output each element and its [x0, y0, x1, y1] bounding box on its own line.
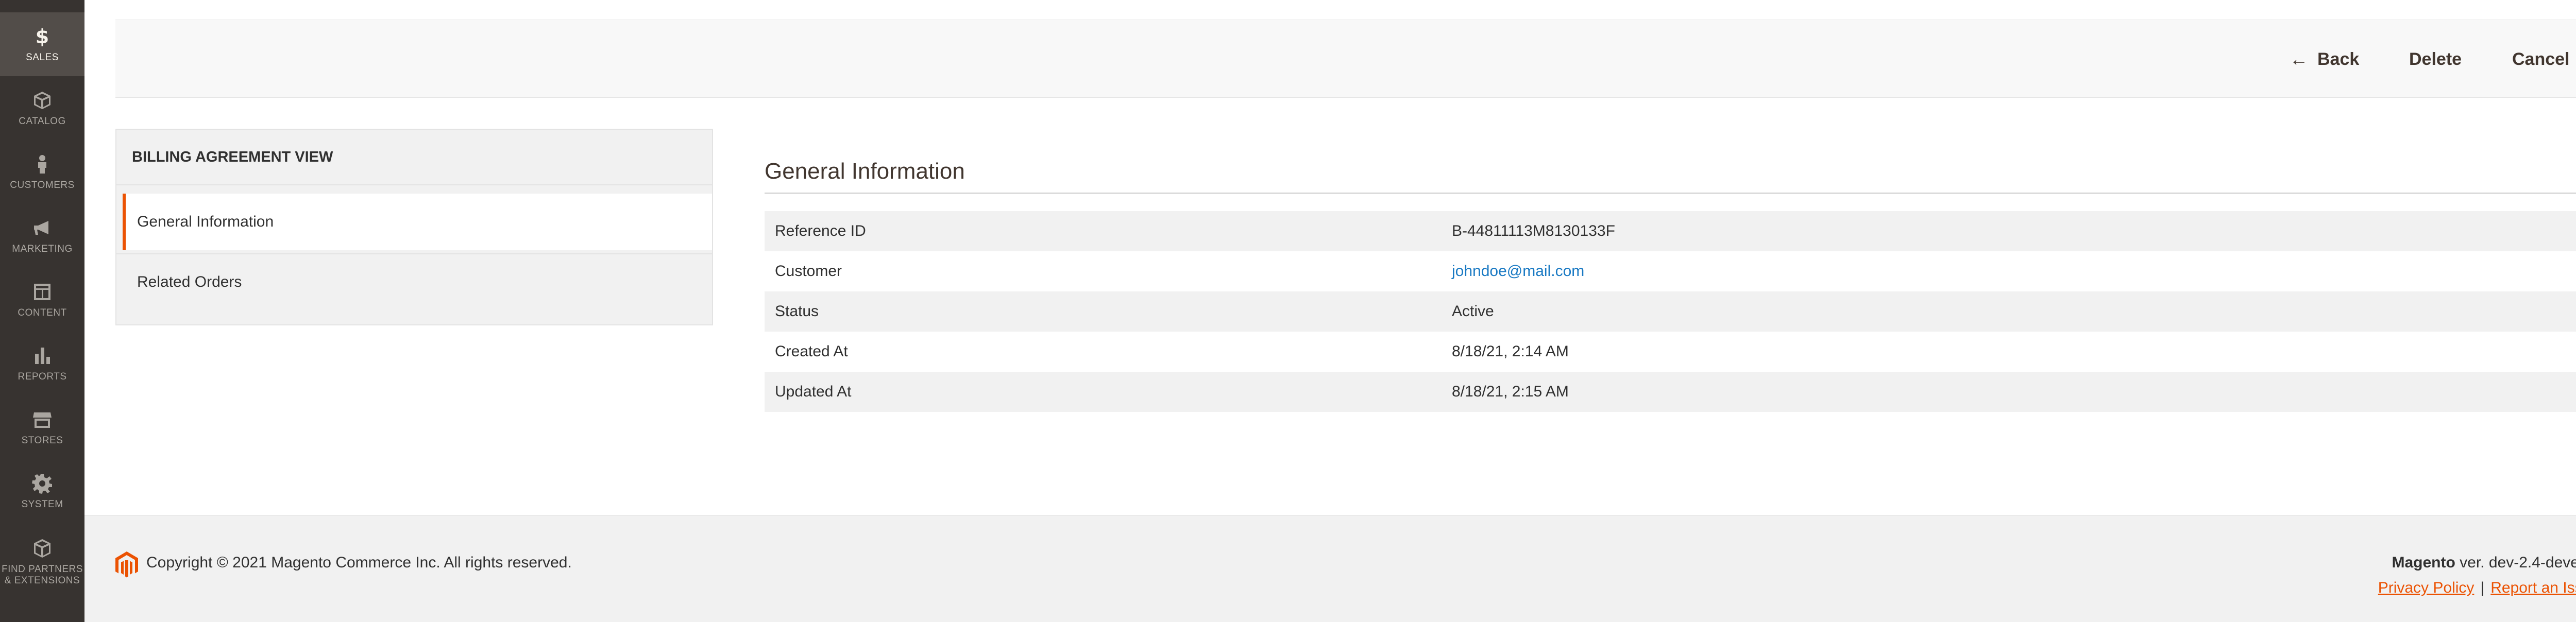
footer-version: Magento ver. dev-2.4-develop — [2392, 554, 2576, 572]
footer-link-separator: | — [2480, 579, 2485, 596]
magento-logo-icon — [115, 551, 138, 578]
menu-item-marketing[interactable]: Marketing — [0, 204, 84, 268]
person-icon — [31, 153, 54, 176]
menu-item-reports[interactable]: Reports — [0, 332, 84, 395]
privacy-policy-link[interactable]: Privacy Policy — [2378, 579, 2475, 596]
megaphone-icon — [31, 217, 54, 239]
row-value: Active — [1452, 303, 1494, 320]
menu-item-label: System — [21, 499, 63, 510]
tab-related-orders[interactable]: Related Orders — [116, 253, 712, 310]
section-title: General Information — [765, 159, 2576, 194]
tab-label: Related Orders — [137, 273, 242, 290]
delete-button[interactable]: Delete — [2409, 20, 2462, 98]
table-row: Status Active — [765, 291, 2576, 332]
delete-button-label: Delete — [2409, 49, 2462, 69]
storefront-icon — [31, 408, 54, 431]
menu-item-label: Content — [18, 307, 67, 318]
gear-icon — [31, 472, 54, 495]
menu-item-label: Reports — [18, 371, 67, 382]
menu-item-catalog[interactable]: Catalog — [0, 76, 84, 140]
row-value: 8/18/21, 2:14 AM — [1452, 343, 1569, 360]
menu-item-label: Stores — [21, 435, 63, 446]
svg-text:$: $ — [36, 26, 49, 47]
footer: Copyright © 2021 Magento Commerce Inc. A… — [84, 515, 2576, 622]
menu-item-customers[interactable]: Customers — [0, 140, 84, 204]
report-issue-link[interactable]: Report an Issue — [2490, 579, 2576, 596]
page-actions-bar: ← Back Delete Cancel — [115, 20, 2576, 98]
admin-menu: $ Sales Catalog Customers Marketing Cont… — [0, 0, 84, 622]
row-label: Updated At — [775, 383, 852, 400]
menu-item-label: Marketing — [12, 244, 73, 254]
row-label: Reference ID — [775, 222, 866, 239]
info-table: Reference ID B-44811113M8130133F Custome… — [765, 211, 2576, 412]
table-row: Customer johndoe@mail.com — [765, 251, 2576, 291]
menu-item-label-line2: & Extensions — [4, 575, 80, 586]
menu-item-content[interactable]: Content — [0, 268, 84, 332]
tabs-title: Billing Agreement View — [116, 130, 712, 185]
table-row: Reference ID B-44811113M8130133F — [765, 211, 2576, 251]
cancel-button-label: Cancel — [2512, 49, 2570, 69]
cancel-button[interactable]: Cancel — [2512, 20, 2570, 98]
menu-item-sales[interactable]: $ Sales — [0, 12, 84, 76]
table-row: Created At 8/18/21, 2:14 AM — [765, 332, 2576, 372]
menu-item-label: Customers — [10, 180, 75, 191]
arrow-left-icon: ← — [2290, 48, 2308, 70]
footer-links: Privacy Policy | Report an Issue — [2378, 579, 2576, 597]
row-value: 8/18/21, 2:15 AM — [1452, 383, 1569, 400]
footer-brand: Magento — [2392, 554, 2455, 571]
row-label: Created At — [775, 343, 848, 360]
footer-copyright: Copyright © 2021 Magento Commerce Inc. A… — [146, 554, 572, 571]
row-label: Status — [775, 303, 819, 320]
back-button-label: Back — [2317, 49, 2360, 69]
footer-version-text: ver. dev-2.4-develop — [2460, 554, 2576, 571]
row-value: B-44811113M8130133F — [1452, 222, 1615, 239]
table-row: Updated At 8/18/21, 2:15 AM — [765, 372, 2576, 412]
menu-item-find-partners[interactable]: Find Partners & Extensions — [0, 523, 84, 600]
menu-item-label: Sales — [26, 52, 59, 63]
boxes-icon — [31, 537, 54, 560]
menu-item-label-line1: Find Partners — [2, 564, 83, 575]
bar-chart-icon — [31, 344, 54, 367]
customer-email-link[interactable]: johndoe@mail.com — [1452, 263, 1584, 280]
dollar-icon: $ — [31, 25, 54, 48]
tabs-panel: Billing Agreement View General Informati… — [115, 129, 713, 325]
section-title-text: General Information — [765, 159, 965, 184]
cube-icon — [31, 89, 54, 112]
menu-item-stores[interactable]: Stores — [0, 395, 84, 459]
menu-item-label: Catalog — [19, 116, 66, 127]
row-label: Customer — [775, 263, 842, 280]
tab-label: General Information — [137, 213, 274, 230]
menu-item-system[interactable]: System — [0, 459, 84, 523]
layout-icon — [31, 281, 54, 303]
tab-general-information[interactable]: General Information — [123, 194, 712, 250]
back-button[interactable]: ← Back — [2290, 20, 2359, 98]
